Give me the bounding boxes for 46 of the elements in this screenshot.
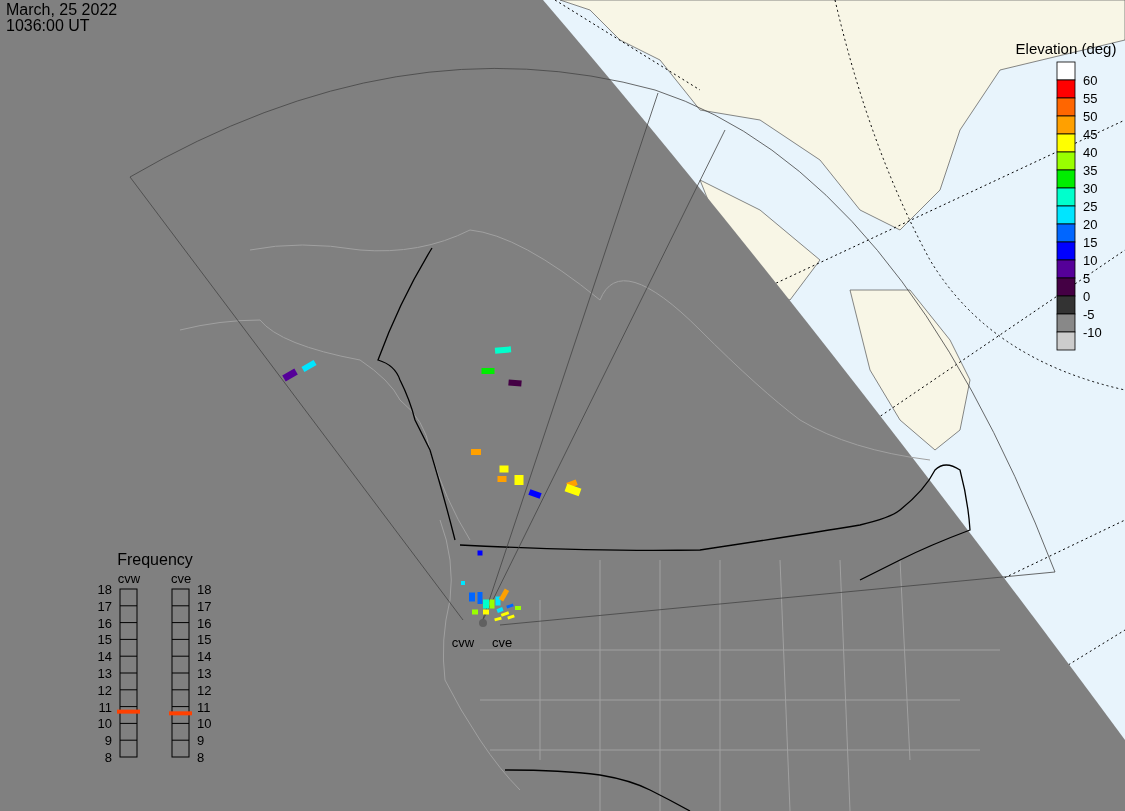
frequency-tick-label: 17 — [197, 598, 212, 614]
frequency-tick-label: 16 — [97, 615, 112, 631]
frequency-tick-label: 8 — [197, 750, 205, 765]
frequency-tick-label: 10 — [97, 716, 112, 732]
radar-label: cve — [491, 635, 513, 650]
frequency-tick-label: 15 — [197, 632, 212, 648]
frequency-tick-label: 12 — [197, 682, 212, 698]
frequency-tick-label: 13 — [197, 666, 212, 681]
radar-site-icon — [479, 619, 487, 627]
frequency-tick-label: 18 — [197, 582, 212, 597]
scale-tick-label: 55 — [1083, 91, 1098, 106]
scale-tick-label: 10 — [1083, 253, 1098, 268]
frequency-tick-label: 9 — [197, 733, 205, 749]
radar-label: cvw — [451, 635, 475, 650]
scale-tick-label: 50 — [1083, 109, 1098, 124]
scale-tick-label: 45 — [1083, 127, 1098, 142]
frequency-tick-label: 18 — [97, 582, 112, 597]
frequency-tick-label: 8 — [104, 750, 112, 765]
scale-tick-label: 20 — [1083, 217, 1098, 232]
scale-tick-label: 25 — [1083, 199, 1098, 214]
scale-tick-label: 0 — [1083, 289, 1091, 304]
frequency-tick-label: 17 — [97, 598, 112, 614]
scale-tick-label: 5 — [1083, 271, 1091, 286]
frequency-tick-label: 14 — [97, 649, 112, 665]
scale-tick-label: 35 — [1083, 163, 1098, 178]
frequency-tick-label: 15 — [97, 632, 112, 648]
radar-name: cvw — [117, 571, 141, 586]
frequency-tick-label: 10 — [197, 716, 212, 732]
scale-tick-label: 60 — [1083, 73, 1098, 88]
time-label: 1036:00 UT — [6, 17, 90, 34]
scale-tick-label: 40 — [1083, 145, 1098, 160]
date-label: March, 25 2022 — [6, 1, 118, 18]
scale-tick-label: -5 — [1083, 307, 1095, 322]
frequency-tick-label: 11 — [98, 699, 112, 715]
frequency-tick-label: 11 — [197, 699, 211, 715]
frequency-tick-label: 16 — [197, 615, 212, 631]
radar-name: cve — [170, 571, 192, 586]
scale-title: Elevation (deg) — [1015, 40, 1117, 57]
frequency-tick-label: 12 — [97, 682, 112, 698]
scale-tick-label: 30 — [1083, 181, 1098, 196]
scale-tick-label: -10 — [1083, 325, 1102, 340]
frequency-tick-label: 14 — [197, 649, 212, 665]
scale-tick-label: 15 — [1083, 235, 1098, 250]
frequency-title: Frequency — [117, 551, 193, 568]
frequency-tick-label: 13 — [97, 666, 112, 681]
frequency-tick-label: 9 — [104, 733, 112, 749]
